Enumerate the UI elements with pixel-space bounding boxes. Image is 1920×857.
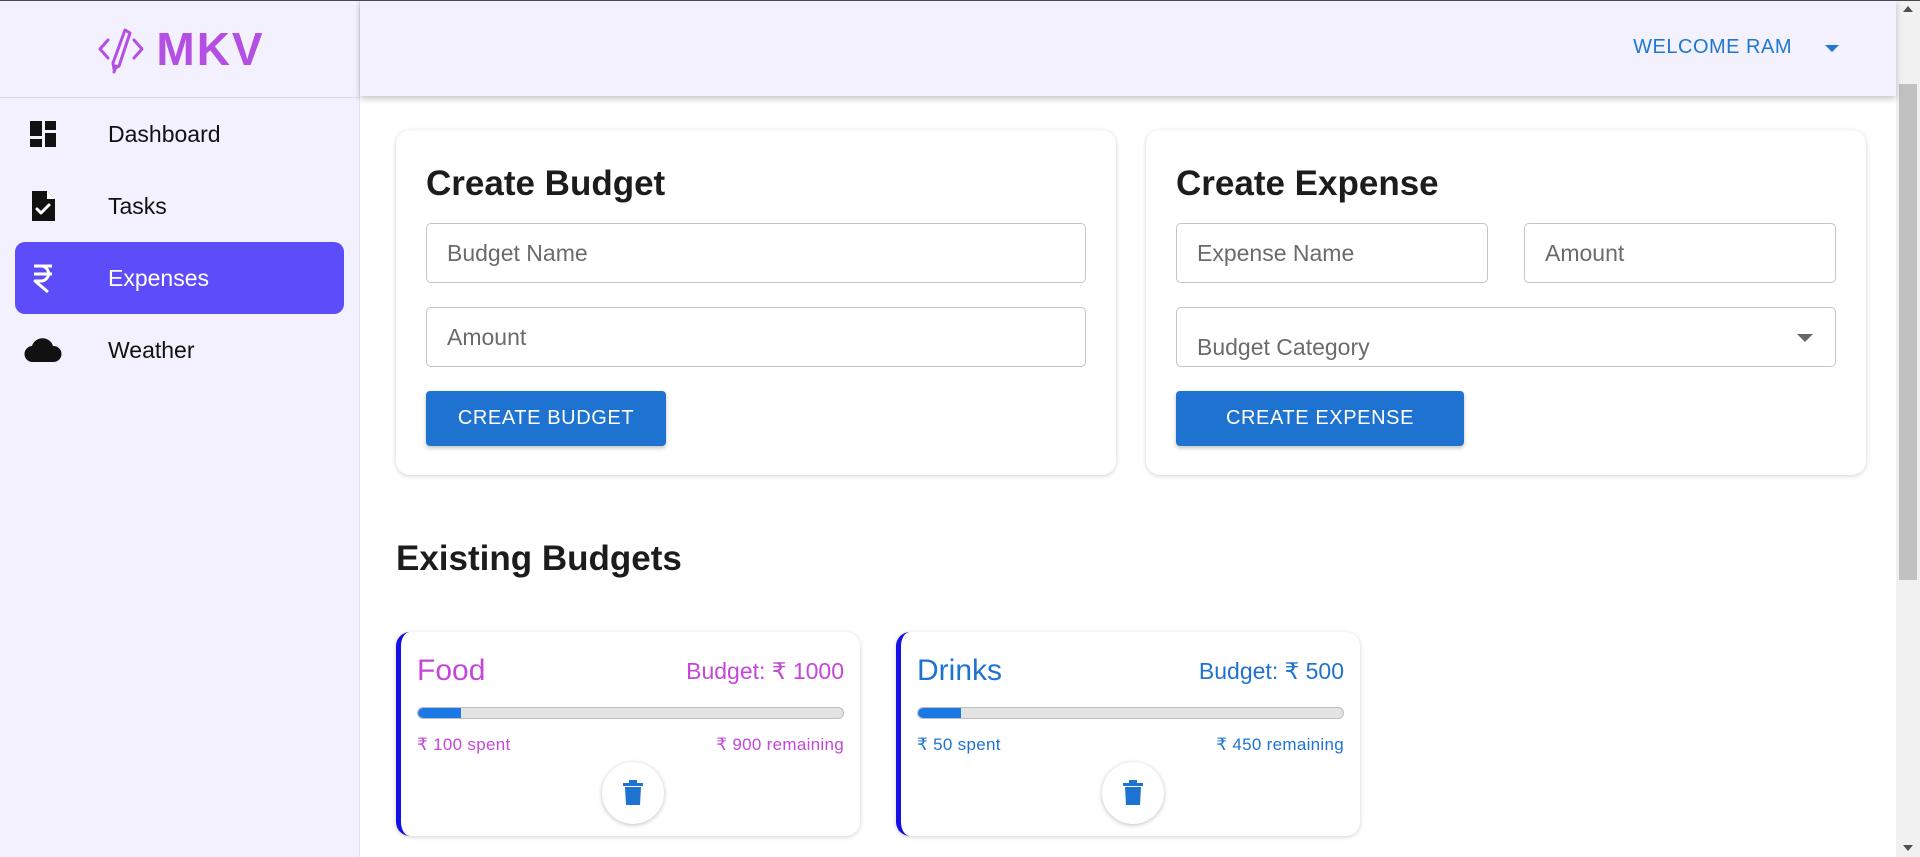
scroll-up-arrow-icon[interactable] bbox=[1903, 6, 1913, 12]
sidebar-item-label: Weather bbox=[108, 336, 195, 363]
budget-remaining: ₹ 450 remaining bbox=[1216, 735, 1344, 754]
trash-icon bbox=[1123, 780, 1143, 805]
budget-remaining: ₹ 900 remaining bbox=[716, 735, 844, 754]
delete-budget-button[interactable] bbox=[602, 762, 664, 824]
create-budget-button[interactable]: CREATE BUDGET bbox=[426, 391, 666, 446]
budget-card-food: Food Budget: ₹ 1000 ₹ 100 spent ₹ 900 re… bbox=[396, 632, 860, 836]
create-budget-card: Create Budget CREATE BUDGET bbox=[396, 130, 1116, 475]
create-expense-card: Create Expense Budget Category CREATE EX… bbox=[1146, 130, 1866, 475]
user-welcome-menu[interactable]: WELCOME RAM bbox=[1633, 36, 1792, 59]
logo-text: MKV bbox=[156, 22, 265, 75]
dropdown-caret-icon bbox=[1797, 334, 1813, 342]
scrollbar-thumb[interactable] bbox=[1899, 84, 1917, 580]
budget-spent: ₹ 50 spent bbox=[917, 735, 1001, 754]
budget-amount-input[interactable] bbox=[427, 308, 1085, 366]
budget-spent: ₹ 100 spent bbox=[417, 735, 511, 754]
sidebar-item-label: Dashboard bbox=[108, 120, 221, 147]
dashboard-icon bbox=[0, 119, 85, 149]
sidebar-nav: Dashboard Tasks Expenses Weather bbox=[0, 98, 359, 386]
sidebar-item-label: Tasks bbox=[108, 192, 167, 219]
budget-category-select[interactable]: Budget Category bbox=[1176, 307, 1836, 367]
sidebar-item-expenses[interactable]: Expenses bbox=[15, 242, 344, 314]
sidebar-item-dashboard[interactable]: Dashboard bbox=[15, 98, 344, 170]
create-budget-title: Create Budget bbox=[426, 164, 666, 203]
expense-name-field bbox=[1176, 223, 1488, 283]
trash-icon bbox=[623, 780, 643, 805]
scroll-down-arrow-icon[interactable] bbox=[1903, 845, 1913, 851]
delete-budget-button[interactable] bbox=[1102, 762, 1164, 824]
budget-progress-fill bbox=[418, 708, 461, 718]
budget-progress-bar bbox=[917, 707, 1344, 719]
budget-amount: Budget: ₹ 1000 bbox=[686, 658, 844, 684]
expense-amount-input[interactable] bbox=[1525, 224, 1835, 282]
cloud-icon bbox=[0, 337, 85, 363]
sidebar-item-tasks[interactable]: Tasks bbox=[15, 170, 344, 242]
existing-budgets-title: Existing Budgets bbox=[396, 539, 682, 578]
budget-name: Food bbox=[417, 654, 486, 687]
caret-down-icon[interactable] bbox=[1825, 45, 1839, 52]
create-expense-title: Create Expense bbox=[1176, 164, 1439, 203]
create-expense-button[interactable]: CREATE EXPENSE bbox=[1176, 391, 1464, 446]
rupee-icon bbox=[0, 263, 85, 293]
budget-name-field bbox=[426, 223, 1086, 283]
logo[interactable]: MKV bbox=[0, 0, 359, 98]
vertical-scrollbar[interactable] bbox=[1896, 0, 1920, 857]
expense-name-input[interactable] bbox=[1177, 224, 1487, 282]
sidebar-item-weather[interactable]: Weather bbox=[15, 314, 344, 386]
sidebar: MKV Dashboard Tasks Expenses Weather bbox=[0, 0, 360, 857]
budget-name: Drinks bbox=[917, 654, 1003, 687]
budget-progress-bar bbox=[417, 707, 844, 719]
sidebar-item-label: Expenses bbox=[108, 264, 210, 291]
code-pen-logo-icon bbox=[98, 28, 144, 73]
budget-category-label: Budget Category bbox=[1197, 334, 1370, 360]
budget-amount-field bbox=[426, 307, 1086, 367]
task-file-icon bbox=[0, 190, 85, 222]
window-top-edge bbox=[0, 0, 1920, 1]
expense-amount-field bbox=[1524, 223, 1836, 283]
budget-amount: Budget: ₹ 500 bbox=[1198, 658, 1344, 684]
budget-card-drinks: Drinks Budget: ₹ 500 ₹ 50 spent ₹ 450 re… bbox=[896, 632, 1360, 836]
budget-name-input[interactable] bbox=[427, 224, 1085, 282]
budget-progress-fill bbox=[918, 708, 961, 718]
top-header: WELCOME RAM bbox=[360, 0, 1896, 96]
